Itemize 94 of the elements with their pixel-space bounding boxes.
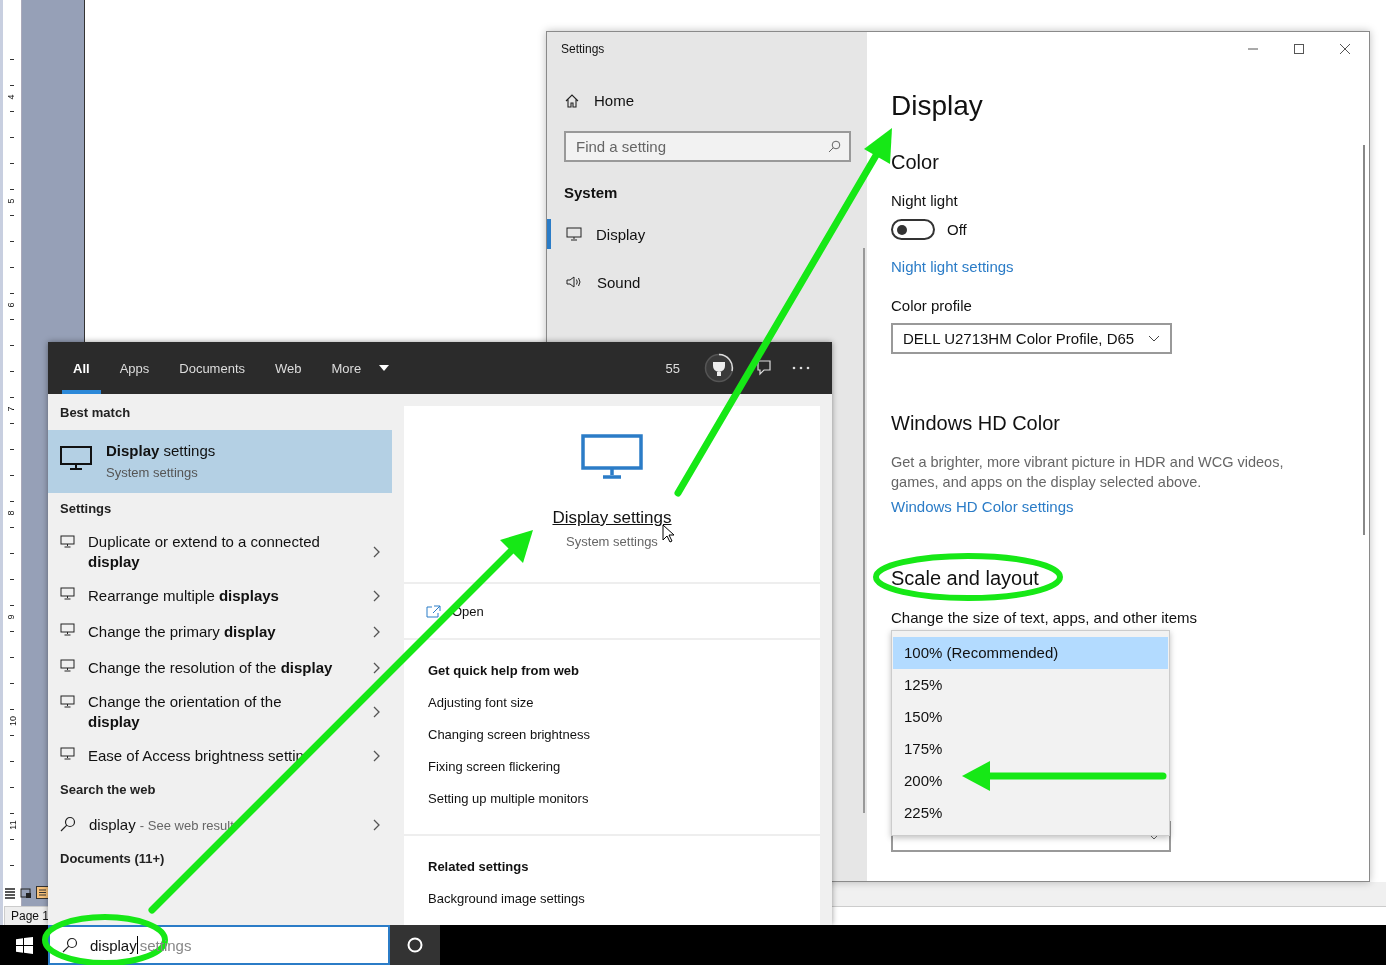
close-icon[interactable] <box>1339 43 1351 55</box>
ruler-number: 5 <box>5 198 16 204</box>
nav-item[interactable]: Sound <box>547 267 867 297</box>
settings-link[interactable]: Windows HD Color settings <box>891 498 1074 515</box>
dropdown-option[interactable]: 175% <box>893 733 1168 765</box>
help-link[interactable]: Fixing screen flickering <box>428 751 561 783</box>
chevron-right-icon <box>373 750 380 762</box>
feedback-icon[interactable] <box>754 359 772 377</box>
view-mode-icon[interactable] <box>36 886 49 899</box>
search-icon <box>828 140 841 153</box>
group-heading: Best match <box>59 404 132 422</box>
chevron-right-icon <box>373 819 380 831</box>
group-heading: Settings <box>59 500 113 518</box>
setting-label: Change the size of text, apps, and other items <box>891 609 1197 626</box>
help-link[interactable]: Adjusting font size <box>428 687 534 719</box>
section-heading: System <box>564 184 618 201</box>
monitor-icon <box>60 747 75 760</box>
result-subtitle: System settings <box>566 534 658 549</box>
filter-tab[interactable]: Apps <box>108 342 161 394</box>
view-mode-icon[interactable] <box>20 886 32 899</box>
window-title: Settings <box>560 41 606 58</box>
chevron-down-icon <box>1148 335 1161 342</box>
help-link[interactable]: Changing screen brightness <box>428 719 590 751</box>
result-item[interactable]: Rearrange multiple displays <box>48 578 392 614</box>
monitor-icon <box>60 587 75 600</box>
result-item[interactable]: Change the orientation of the display <box>48 686 392 738</box>
monitor-icon <box>60 695 75 708</box>
mouse-pointer-icon <box>662 524 674 543</box>
ruler-number: 4 <box>5 94 16 100</box>
caret-icon <box>379 365 390 371</box>
monitor-icon <box>566 227 582 241</box>
search-icon <box>60 816 76 832</box>
chevron-right-icon <box>373 626 380 638</box>
monitor-icon <box>60 535 75 548</box>
dropdown[interactable]: DELL U2713HM Color Profile, D65 <box>891 323 1173 354</box>
help-link[interactable]: Setting up multiple monitors <box>428 783 589 815</box>
open-icon <box>426 605 442 618</box>
monitor-icon <box>581 434 643 480</box>
section-heading: Windows HD Color <box>891 411 1060 436</box>
result-item[interactable]: Duplicate or extend to a connected display <box>48 526 392 578</box>
group-heading: Related settings <box>428 859 529 874</box>
section-heading: Color <box>891 150 939 175</box>
dropdown-option[interactable]: 225% <box>893 797 1168 829</box>
points-count: 55 <box>665 360 680 376</box>
more-icon[interactable] <box>792 366 810 370</box>
ruler-number: 8 <box>5 510 16 516</box>
taskbar-button[interactable] <box>390 925 440 965</box>
windows-icon <box>15 936 33 954</box>
chevron-right-icon <box>373 662 380 674</box>
chevron-right-icon <box>373 706 380 718</box>
dropdown-option[interactable]: 200% <box>893 765 1168 797</box>
ruler-number: 10 <box>8 716 18 726</box>
view-mode-icon[interactable] <box>4 886 16 899</box>
toggle-state: Off <box>947 221 967 238</box>
dropdown-option[interactable]: 100% (Recommended) <box>893 637 1168 669</box>
dropdown-option[interactable]: 150% <box>893 701 1168 733</box>
group-heading: Get quick help from web <box>428 663 579 678</box>
group-heading: Search the web <box>59 781 157 799</box>
best-match-item[interactable]: Display settings System settings <box>48 430 392 493</box>
search-icon <box>62 937 78 953</box>
related-link[interactable]: Background image settings <box>428 883 585 915</box>
description-text: Get a brighter, more vibrant picture in HDR and WCG videos, games, and apps on the display selected above. <box>891 453 1285 492</box>
ring-icon <box>407 937 423 953</box>
nav-item[interactable]: Display <box>547 219 867 249</box>
ruler-number: 7 <box>5 406 16 412</box>
search-field[interactable]: Find a setting <box>564 131 851 162</box>
dropdown-option[interactable]: 125% <box>893 669 1168 701</box>
ruler-number: 11 <box>7 820 18 830</box>
filter-tab[interactable]: Documents <box>168 342 256 394</box>
setting-label: Color profile <box>891 297 972 314</box>
filter-tab[interactable]: More <box>320 342 401 394</box>
speaker-icon <box>566 275 583 289</box>
result-title[interactable]: Display settings <box>552 508 672 528</box>
home-link[interactable]: Home <box>564 92 634 109</box>
trophy-icon[interactable] <box>704 353 734 383</box>
settings-link[interactable]: Night light settings <box>891 258 1014 275</box>
filter-tab[interactable]: Web <box>264 342 313 394</box>
group-heading: Documents (11+) <box>59 850 166 868</box>
filter-tab[interactable]: All <box>62 342 101 394</box>
result-item[interactable]: Change the resolution of the display <box>48 650 392 686</box>
monitor-icon <box>60 659 75 672</box>
maximize-icon[interactable] <box>1293 43 1305 55</box>
setting-label: Night light <box>891 192 958 209</box>
page-title: Display <box>891 89 983 123</box>
section-heading: Scale and layout <box>891 566 1039 591</box>
home-icon <box>564 92 580 109</box>
chevron-right-icon <box>373 546 380 558</box>
monitor-icon <box>60 623 75 636</box>
chevron-right-icon <box>373 590 380 602</box>
monitor-icon <box>60 446 92 470</box>
toggle-switch[interactable] <box>891 219 935 240</box>
ruler-number: 9 <box>5 614 16 620</box>
ruler-number: 6 <box>5 302 16 308</box>
result-item[interactable]: Change the primary display <box>48 614 392 650</box>
